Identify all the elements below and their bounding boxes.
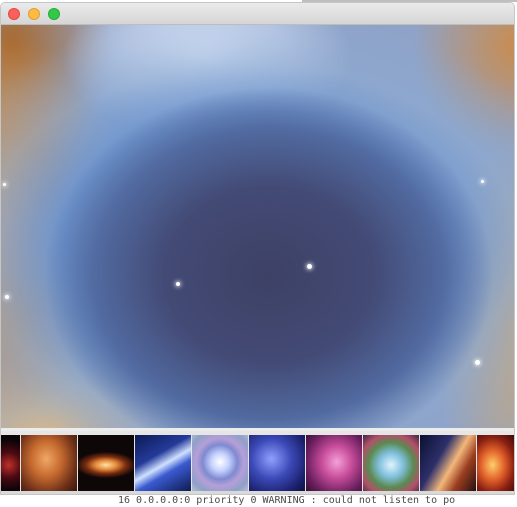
title-bar[interactable] <box>1 3 514 25</box>
nebula-thumbnail-dark-red[interactable] <box>1 435 20 494</box>
nebula-thumbnail-red-fire[interactable] <box>477 435 514 494</box>
close-button[interactable] <box>8 8 20 20</box>
nebula-thumbnail-pink-cloud[interactable] <box>306 435 362 494</box>
thumbnail-strip[interactable] <box>1 431 514 494</box>
zoom-button[interactable] <box>48 8 60 20</box>
nebula-thumbnail-orange-cloud[interactable] <box>21 435 77 494</box>
window-bottom-bar <box>1 491 514 494</box>
minimize-button[interactable] <box>28 8 40 20</box>
nebula-thumbnail-star-field[interactable] <box>249 435 305 494</box>
nebula-thumbnail-blue-jet[interactable] <box>135 435 191 494</box>
nebula-thumbnail-pillars[interactable] <box>420 435 476 494</box>
star <box>307 264 312 269</box>
star <box>481 180 484 183</box>
image-viewer-window <box>0 2 515 495</box>
nebula-image <box>1 25 514 428</box>
nebula-thumbnail-crab[interactable] <box>363 435 419 494</box>
star <box>176 282 180 286</box>
nebula-thumbnail-butterfly[interactable] <box>78 435 134 494</box>
star <box>475 360 480 365</box>
star <box>5 295 9 299</box>
nebula-thumbnail-cats-eye[interactable] <box>192 435 248 494</box>
star <box>3 183 6 186</box>
background-terminal-text: 16 0.0.0.0:0 priority 0 WARNING : could … <box>118 495 456 506</box>
